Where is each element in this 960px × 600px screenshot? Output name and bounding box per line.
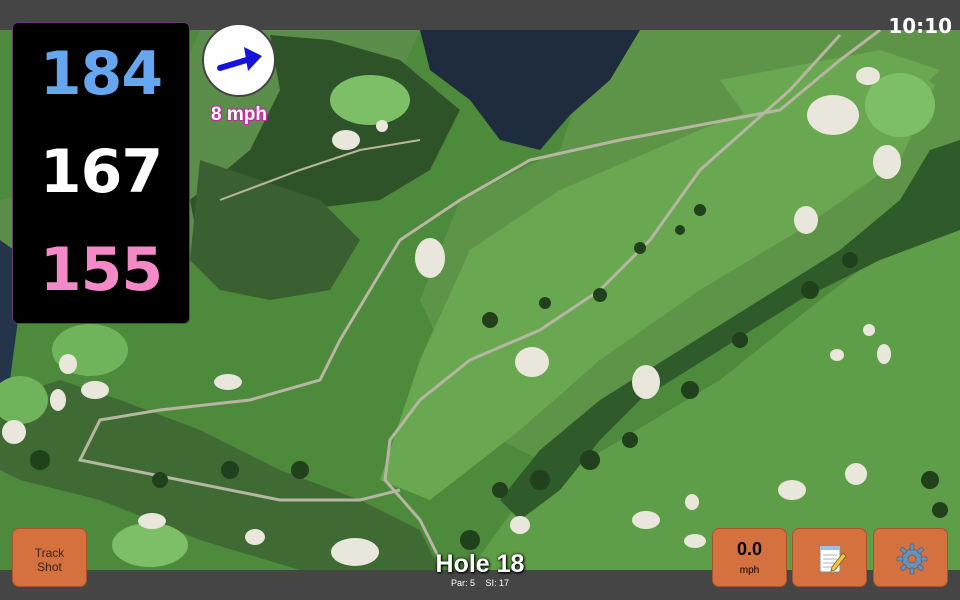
distance-panel: 184 167 155 — [12, 22, 190, 324]
wind-direction-indicator — [202, 23, 276, 97]
hole-par: Par: 5 — [450, 578, 475, 588]
clock-time: 10:10 — [888, 14, 952, 38]
hole-stroke-index: SI: 17 — [485, 578, 510, 588]
back-distance: 184 — [39, 39, 163, 109]
arrow-up-right-icon — [217, 47, 262, 71]
track-shot-label-line2: Shot — [37, 560, 62, 574]
speed-unit: mph — [739, 565, 760, 576]
speed-button[interactable]: 0.0 mph — [712, 528, 787, 587]
wind-speed-label: 8 mph — [211, 104, 267, 125]
hole-info: Par: 5 SI: 17 — [380, 578, 580, 588]
gear-icon — [896, 543, 928, 575]
notes-button[interactable] — [792, 528, 867, 587]
front-distance: 155 — [39, 235, 163, 305]
track-shot-button[interactable]: Track Shot — [12, 528, 87, 587]
speed-value: 0.0 — [736, 539, 763, 559]
notepad-icon — [819, 545, 847, 573]
hole-title: Hole 18 — [435, 550, 525, 578]
settings-button[interactable] — [873, 528, 948, 587]
middle-distance: 167 — [39, 137, 163, 207]
track-shot-label-line1: Track — [34, 546, 65, 560]
